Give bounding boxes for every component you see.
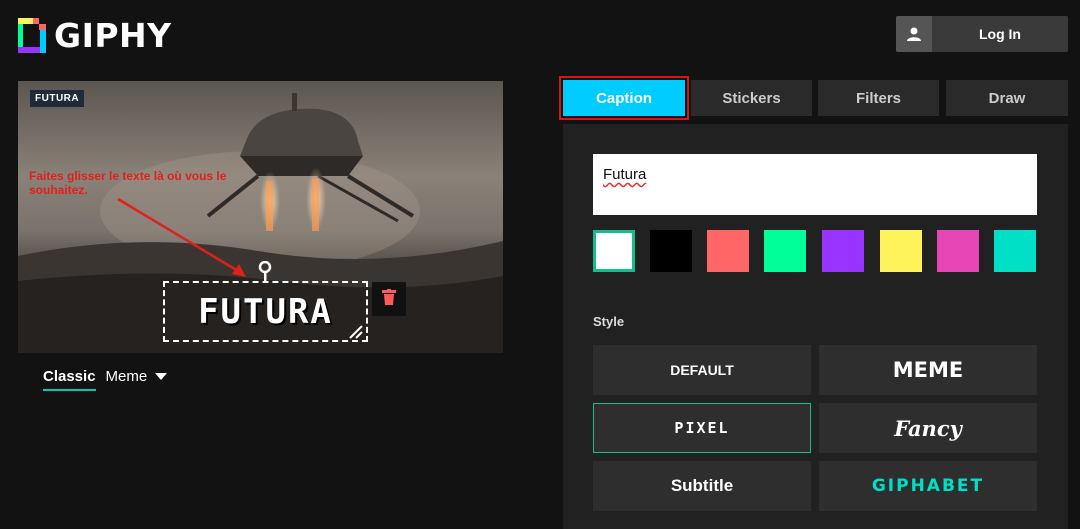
caption-overlay-text: FUTURA: [198, 291, 333, 332]
login-label: Log In: [979, 26, 1021, 42]
tab-meme-label: Meme: [105, 368, 148, 385]
color-swatch-pink[interactable]: [937, 230, 979, 272]
tab-filters[interactable]: Filters: [818, 80, 939, 116]
chevron-down-icon: [155, 373, 168, 380]
tab-stickers[interactable]: Stickers: [691, 80, 812, 116]
color-swatch-yellow[interactable]: [880, 230, 922, 272]
tab-caption[interactable]: Caption: [559, 76, 689, 120]
style-meme-button[interactable]: MEME: [819, 345, 1037, 395]
color-swatch-teal[interactable]: [994, 230, 1036, 272]
color-swatch-black[interactable]: [650, 230, 692, 272]
delete-caption-button[interactable]: [372, 282, 406, 316]
caption-overlay[interactable]: FUTURA: [163, 281, 368, 342]
style-default-button[interactable]: DEFAULT: [593, 345, 811, 395]
giphy-logo-icon: [18, 18, 46, 53]
tab-classic[interactable]: Classic: [43, 368, 96, 391]
style-subtitle-button[interactable]: Subtitle: [593, 461, 811, 511]
gif-preview: FUTURA Faites glisser le texte là où vou…: [18, 81, 503, 353]
style-heading: Style: [593, 314, 625, 329]
drag-annotation: Faites glisser le texte là où vous le so…: [29, 169, 227, 197]
tab-meme[interactable]: Meme: [106, 368, 168, 391]
color-swatch-white[interactable]: [593, 230, 635, 272]
caption-mode-tabs: Classic Meme: [43, 368, 168, 391]
style-giphabet-button[interactable]: GIPHABET: [819, 461, 1037, 511]
rotate-handle-icon[interactable]: [258, 260, 272, 283]
tab-draw[interactable]: Draw: [946, 80, 1068, 116]
login-button[interactable]: Log In: [896, 16, 1068, 52]
style-pixel-button[interactable]: PIXEL: [593, 403, 811, 453]
caption-text-input[interactable]: Futura: [593, 154, 1037, 215]
preview-badge: FUTURA: [30, 90, 85, 107]
logo-text: GIPHY: [54, 16, 172, 55]
trash-icon: [382, 288, 396, 310]
color-swatch-green[interactable]: [764, 230, 806, 272]
giphy-logo[interactable]: GIPHY: [18, 16, 172, 55]
style-fancy-button[interactable]: Fancy: [819, 403, 1037, 453]
color-swatch-purple[interactable]: [822, 230, 864, 272]
resize-handle-icon[interactable]: [348, 324, 364, 340]
caption-panel: Futura Style DEFAULT MEME PIXEL Fancy Su…: [563, 124, 1068, 529]
user-icon: [896, 16, 932, 52]
color-swatch-red[interactable]: [707, 230, 749, 272]
giphy-caption-editor: GIPHY Log In FUTURA Faites glisser le te…: [0, 0, 1080, 529]
